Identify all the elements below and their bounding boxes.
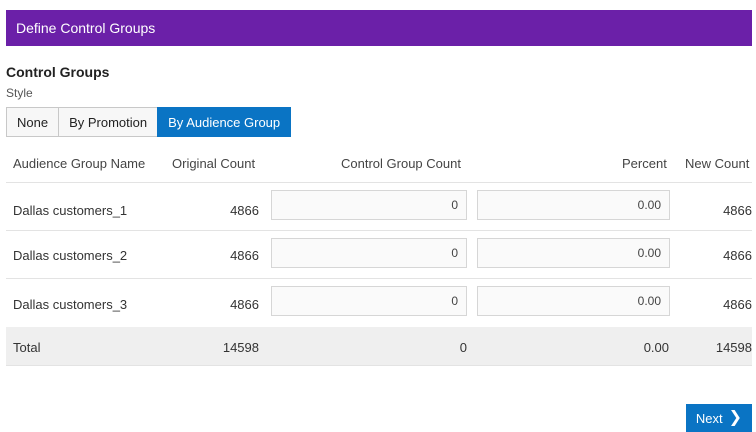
percent-input[interactable]	[477, 238, 670, 268]
col-header-original-count: Original Count	[172, 156, 256, 171]
row-original-count: 4866	[230, 248, 259, 263]
percent-input[interactable]	[477, 190, 670, 220]
row-new-count: 4866	[723, 203, 752, 218]
row-original-count: 4866	[230, 203, 259, 218]
row-divider	[6, 230, 752, 231]
col-header-control-group-count: Control Group Count	[341, 156, 461, 171]
total-control-group-count: 0	[459, 340, 467, 355]
next-button[interactable]: Next ❯	[686, 404, 752, 432]
total-label: Total	[13, 340, 41, 355]
style-label: Style	[6, 86, 33, 100]
row-audience-group-name: Dallas customers_1	[13, 203, 128, 218]
row-new-count: 4866	[723, 248, 752, 263]
style-segmented-control: None By Promotion By Audience Group	[6, 107, 292, 137]
next-label: Next	[695, 410, 723, 426]
section-title: Control Groups	[6, 64, 110, 80]
col-header-audience-group-name: Audience Group Name	[13, 156, 146, 171]
style-option-none[interactable]: None	[6, 107, 60, 137]
col-header-new-count: New Count	[685, 156, 750, 171]
row-divider	[6, 278, 752, 279]
control-group-count-input[interactable]	[271, 190, 467, 220]
page-header: Define Control Groups	[6, 10, 752, 46]
style-option-by-audience-group[interactable]: By Audience Group	[157, 107, 292, 137]
style-option-by-promotion[interactable]: By Promotion	[58, 107, 159, 137]
row-divider	[6, 365, 752, 366]
row-original-count: 4866	[230, 297, 259, 312]
row-new-count: 4866	[723, 297, 752, 312]
percent-input[interactable]	[477, 286, 670, 316]
row-audience-group-name: Dallas customers_3	[13, 297, 128, 312]
chevron-right-icon: ❯	[728, 409, 743, 426]
page-title: Define Control Groups	[16, 20, 156, 36]
control-group-count-input[interactable]	[271, 238, 467, 268]
col-header-percent: Percent	[622, 156, 667, 171]
row-divider	[6, 182, 752, 183]
total-new-count: 14598	[715, 340, 752, 355]
total-percent: 0.00	[643, 340, 669, 355]
row-audience-group-name: Dallas customers_2	[13, 248, 128, 263]
control-group-count-input[interactable]	[271, 286, 467, 316]
total-original-count: 14598	[222, 340, 259, 355]
